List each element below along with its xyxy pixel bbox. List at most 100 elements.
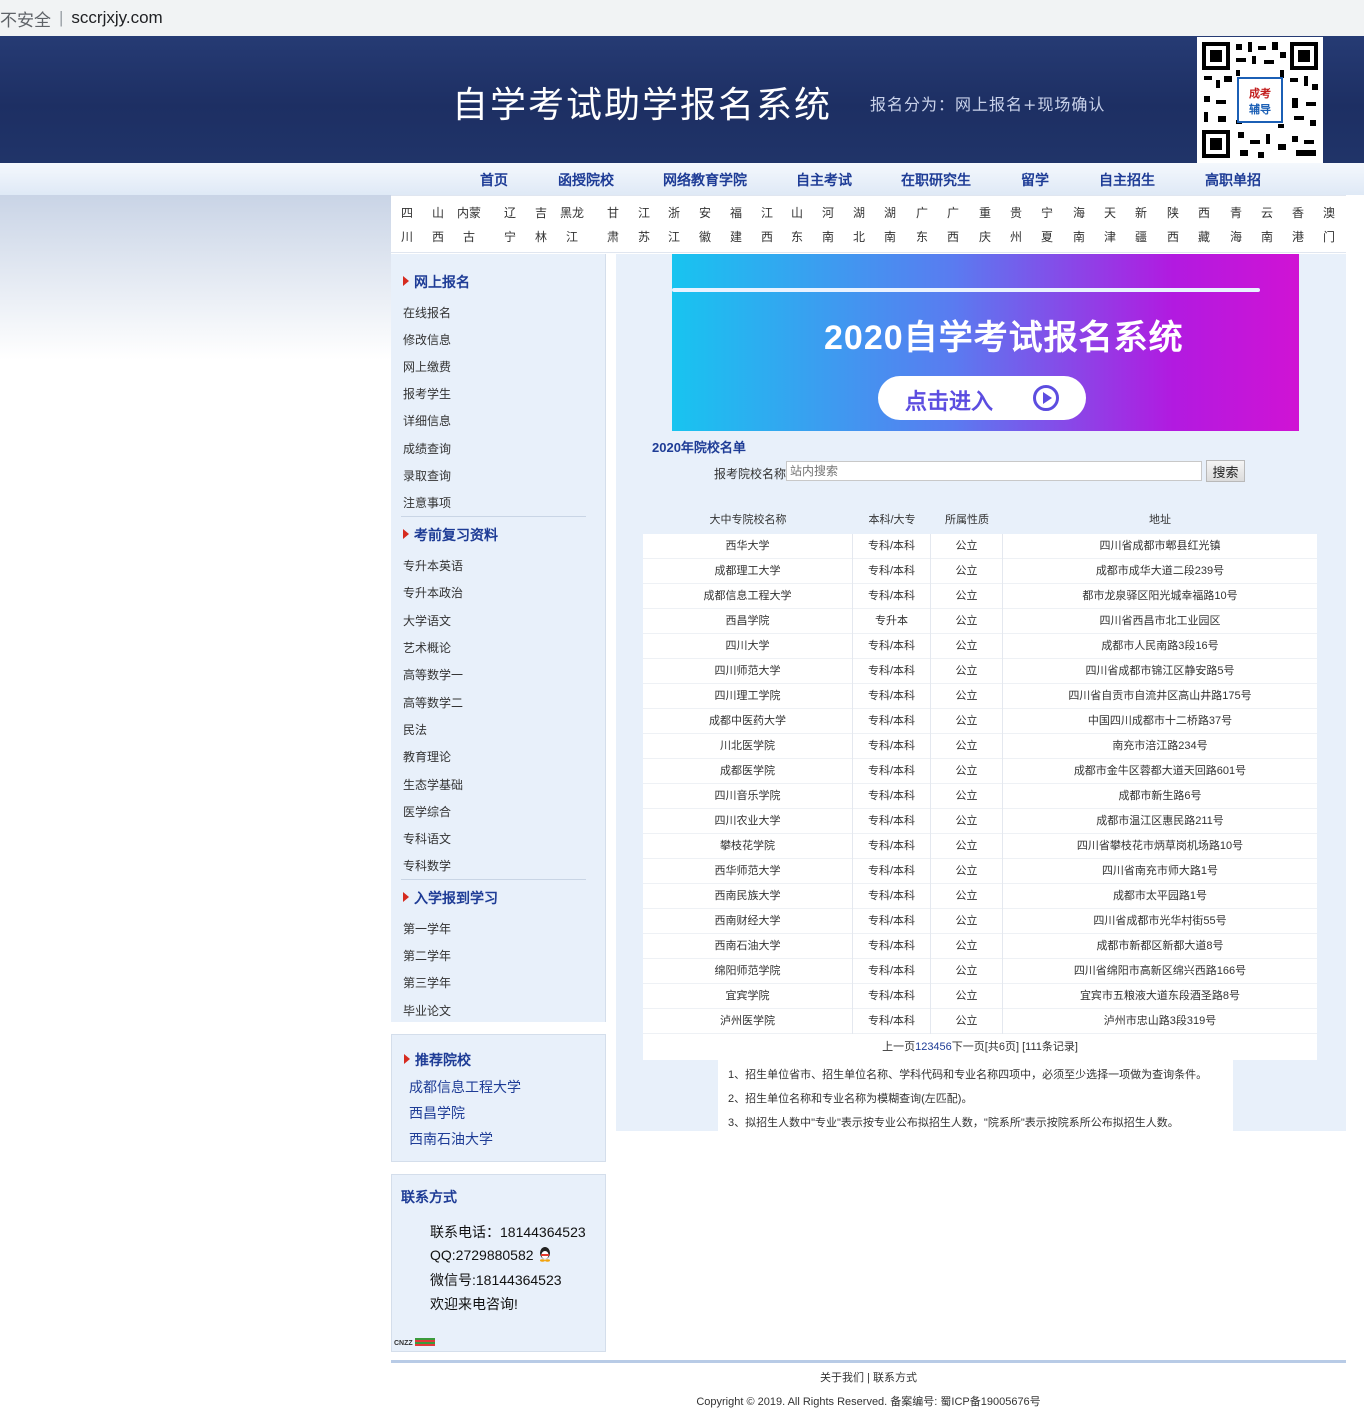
table-row[interactable]: 四川音乐学院 专科/本科 公立 成都市新生路6号 [643, 784, 1317, 809]
table-row[interactable]: 成都医学院 专科/本科 公立 成都市金牛区蓉都大道天回路601号 [643, 759, 1317, 784]
sidebar-item-details[interactable]: 详细信息 [403, 412, 451, 429]
province-link[interactable]: 四 [400, 201, 414, 225]
province-link[interactable]: 新 [1134, 201, 1148, 225]
sidebar-item[interactable]: 专升本英语 [403, 557, 463, 574]
province-link[interactable]: 州 [1009, 225, 1023, 249]
nav-correspondence[interactable]: 函授院校 [558, 170, 614, 190]
page-numbers[interactable]: 123456 [915, 1041, 952, 1053]
table-row[interactable]: 泸州医学院 专科/本科 公立 泸州市忠山路3段319号 [643, 1009, 1317, 1034]
sidebar-item[interactable]: 艺术概论 [403, 639, 451, 656]
sidebar-item[interactable]: 大学语文 [403, 612, 451, 629]
province-link[interactable]: 贵 [1009, 201, 1023, 225]
province-link[interactable]: 宁 [503, 225, 517, 249]
province-link[interactable]: 西 [760, 225, 774, 249]
province-link[interactable]: 南 [821, 225, 835, 249]
nav-self-exam[interactable]: 自主考试 [796, 170, 852, 190]
sidebar-item[interactable]: 毕业论文 [403, 1002, 451, 1019]
province-link[interactable]: 北 [852, 225, 866, 249]
province-link[interactable]: 天 [1103, 201, 1117, 225]
province-link[interactable]: 青 [1229, 201, 1243, 225]
province-link[interactable]: 东 [915, 225, 929, 249]
province-link[interactable]: 安 [698, 201, 712, 225]
province-link[interactable]: 徽 [698, 225, 712, 249]
table-cell[interactable]: 四川大学 [643, 634, 853, 659]
province-link[interactable]: 江 [667, 225, 681, 249]
province-link[interactable]: 湖 [883, 201, 897, 225]
province-link[interactable]: 东 [790, 225, 804, 249]
table-cell[interactable]: 成都理工大学 [643, 559, 853, 584]
province-link[interactable]: 南 [1260, 225, 1274, 249]
province-link[interactable]: 广 [946, 201, 960, 225]
next-page-link[interactable]: 下一页 [952, 1041, 985, 1053]
table-cell[interactable]: 四川师范大学 [643, 659, 853, 684]
province-link[interactable]: 肃 [606, 225, 620, 249]
province-link[interactable]: 港 [1291, 225, 1305, 249]
province-link[interactable]: 山 [431, 201, 445, 225]
table-row[interactable]: 四川理工学院 专科/本科 公立 四川省自贡市自流井区高山井路175号 [643, 684, 1317, 709]
province-link[interactable]: 香 [1291, 201, 1305, 225]
table-cell[interactable]: 泸州医学院 [643, 1009, 853, 1034]
table-cell[interactable]: 西华大学 [643, 534, 853, 559]
sidebar-item[interactable]: 民法 [403, 721, 427, 738]
search-input[interactable] [786, 461, 1202, 481]
province-link[interactable]: 苏 [637, 225, 651, 249]
nav-home[interactable]: 首页 [480, 170, 508, 190]
sidebar-item[interactable]: 第三学年 [403, 974, 451, 991]
table-cell[interactable]: 川北医学院 [643, 734, 853, 759]
table-cell[interactable]: 成都信息工程大学 [643, 584, 853, 609]
province-link[interactable]: 海 [1072, 201, 1086, 225]
sidebar-item-edit-info[interactable]: 修改信息 [403, 331, 451, 348]
province-link[interactable]: 西 [1197, 201, 1211, 225]
province-link[interactable]: 江 [637, 201, 651, 225]
banner-enter-button[interactable]: 点击进入 [878, 376, 1086, 420]
table-cell[interactable]: 成都中医药大学 [643, 709, 853, 734]
table-row[interactable]: 四川农业大学 专科/本科 公立 成都市温江区惠民路211号 [643, 809, 1317, 834]
sidebar-item[interactable]: 高等数学一 [403, 666, 463, 683]
province-link[interactable]: 夏 [1040, 225, 1054, 249]
province-link[interactable]: 南 [1072, 225, 1086, 249]
table-cell[interactable]: 四川理工学院 [643, 684, 853, 709]
province-link[interactable]: 陕 [1166, 201, 1180, 225]
province-link[interactable]: 黑龙 [558, 201, 586, 225]
sidebar-item-scores[interactable]: 成绩查询 [403, 440, 451, 457]
table-row[interactable]: 四川大学 专科/本科 公立 成都市人民南路3段16号 [643, 634, 1317, 659]
sidebar-item[interactable]: 专升本政治 [403, 584, 463, 601]
province-link[interactable]: 江 [565, 225, 579, 249]
prev-page-link[interactable]: 上一页 [882, 1041, 915, 1053]
url-text[interactable]: sccrjxjy.com [71, 8, 162, 28]
province-link[interactable]: 澳 [1322, 201, 1336, 225]
table-cell[interactable]: 攀枝花学院 [643, 834, 853, 859]
province-link[interactable]: 福 [729, 201, 743, 225]
table-row[interactable]: 西华大学 专科/本科 公立 四川省成都市郫县红光镇 [643, 534, 1317, 559]
province-link[interactable]: 江 [760, 201, 774, 225]
table-row[interactable]: 成都理工大学 专科/本科 公立 成都市成华大道二段239号 [643, 559, 1317, 584]
table-cell[interactable]: 成都医学院 [643, 759, 853, 784]
recommend-link[interactable]: 西昌学院 [409, 1103, 465, 1123]
province-link[interactable]: 林 [534, 225, 548, 249]
nav-graduate[interactable]: 在职研究生 [901, 170, 971, 190]
recommend-link[interactable]: 成都信息工程大学 [409, 1077, 521, 1097]
table-row[interactable]: 西南民族大学 专科/本科 公立 成都市太平园路1号 [643, 884, 1317, 909]
province-link[interactable]: 浙 [667, 201, 681, 225]
province-link[interactable]: 湖 [852, 201, 866, 225]
table-row[interactable]: 四川师范大学 专科/本科 公立 四川省成都市锦江区静安路5号 [643, 659, 1317, 684]
province-link[interactable]: 门 [1322, 225, 1336, 249]
table-row[interactable]: 绵阳师范学院 专科/本科 公立 四川省绵阳市高新区绵兴西路166号 [643, 959, 1317, 984]
search-button[interactable]: 搜索 [1206, 460, 1245, 482]
table-cell[interactable]: 绵阳师范学院 [643, 959, 853, 984]
nav-independent-enrollment[interactable]: 自主招生 [1099, 170, 1155, 190]
table-row[interactable]: 宜宾学院 专科/本科 公立 宜宾市五粮液大道东段酒圣路8号 [643, 984, 1317, 1009]
province-link[interactable]: 庆 [978, 225, 992, 249]
province-link[interactable]: 津 [1103, 225, 1117, 249]
sidebar-item[interactable]: 生态学基础 [403, 776, 463, 793]
province-link[interactable]: 甘 [606, 201, 620, 225]
province-link[interactable]: 建 [729, 225, 743, 249]
table-cell[interactable]: 宜宾学院 [643, 984, 853, 1009]
sidebar-item[interactable]: 第一学年 [403, 920, 451, 937]
sidebar-item-students[interactable]: 报考学生 [403, 385, 451, 402]
nav-study-abroad[interactable]: 留学 [1021, 170, 1049, 190]
table-cell[interactable]: 西华师范大学 [643, 859, 853, 884]
table-row[interactable]: 西南财经大学 专科/本科 公立 四川省成都市光华村街55号 [643, 909, 1317, 934]
footer-links[interactable]: 关于我们 | 联系方式 [0, 1369, 1364, 1385]
table-cell[interactable]: 西昌学院 [643, 609, 853, 634]
